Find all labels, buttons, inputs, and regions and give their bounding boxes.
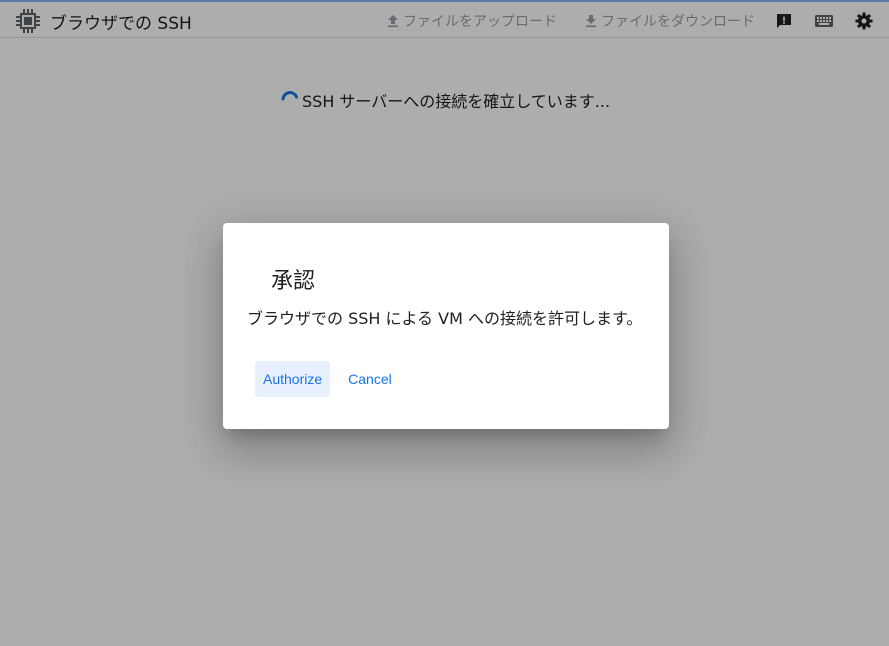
cancel-button[interactable]: Cancel bbox=[340, 361, 400, 397]
dialog-title: 承認 bbox=[271, 269, 316, 294]
dialog-actions: Authorize Cancel bbox=[255, 361, 400, 397]
authorize-button[interactable]: Authorize bbox=[255, 361, 331, 397]
authorize-dialog: 承認 ブラウザでの SSH による VM への接続を許可します。 Authori… bbox=[223, 223, 669, 429]
dialog-message: ブラウザでの SSH による VM への接続を許可します。 bbox=[247, 309, 643, 328]
